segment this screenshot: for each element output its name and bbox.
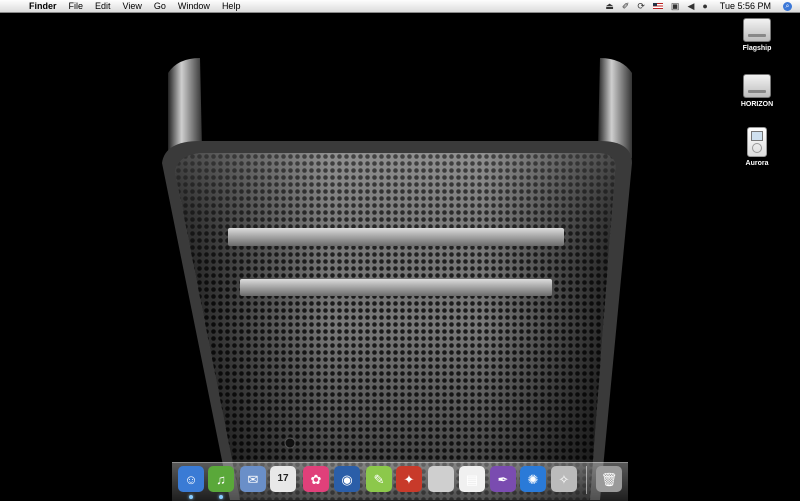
dock-item-iphoto[interactable]: ✿ <box>303 466 329 492</box>
desktop-icon-label: Aurora <box>745 160 769 167</box>
pen-icon: ✒ <box>497 471 509 487</box>
eject-icon[interactable]: ⏏ <box>605 0 614 12</box>
dock-item-iphoto-camera[interactable]: ◉ <box>334 466 360 492</box>
dock-item-mail[interactable]: ✉ <box>240 466 266 492</box>
mac-pro-wallpaper-image <box>162 58 632 500</box>
globe-icon: ✺ <box>527 471 539 487</box>
hard-drive-icon <box>743 74 771 98</box>
dock-separator <box>586 466 587 494</box>
menu-extras: ⏏ ✐ ⟳ ▣ ◀ ● Tue 5:56 PM ⌕ <box>605 0 792 12</box>
camera-icon: ◉ <box>341 471 353 487</box>
dock-item-itunes[interactable]: ♫ <box>208 466 234 492</box>
menu-view[interactable]: View <box>123 0 142 12</box>
document-icon: ▤ <box>465 471 479 487</box>
trash-icon: 🗑 <box>600 471 618 487</box>
menu-help[interactable]: Help <box>222 0 241 12</box>
dock-item-trash[interactable]: 🗑 <box>596 466 622 492</box>
menu-finder[interactable]: Finder <box>29 0 57 12</box>
menu-go[interactable]: Go <box>154 0 166 12</box>
dock-item-finder[interactable]: ☺ <box>178 466 204 492</box>
itunes-icon: ♫ <box>216 471 226 487</box>
photo-booth-icon: ✦ <box>403 471 415 487</box>
desktop-wallpaper <box>0 13 800 500</box>
mail-icon: ✉ <box>247 471 259 487</box>
finder-icon: ☺ <box>184 471 198 487</box>
dock-item-safari[interactable]: ✺ <box>520 466 546 492</box>
flower-icon: ✿ <box>310 471 322 487</box>
menu-edit[interactable]: Edit <box>95 0 111 12</box>
dock-item-system-preferences[interactable] <box>428 466 454 492</box>
ipod-icon <box>747 127 767 157</box>
dock-item-ical[interactable]: 17 <box>270 466 296 492</box>
desktop-icon-label: Flagship <box>742 45 772 52</box>
calendar-icon: 17 <box>277 473 289 484</box>
desktop-icon-label: HORIZON <box>740 101 774 108</box>
desktop-icon-horizon[interactable]: HORIZON <box>727 74 787 108</box>
dock-running-indicator <box>219 495 223 499</box>
desktop-icon-aurora[interactable]: Aurora <box>727 127 787 167</box>
script-icon[interactable]: ✐ <box>622 0 630 12</box>
display-icon[interactable]: ▣ <box>671 0 680 12</box>
input-menu-flag-icon[interactable] <box>652 3 663 9</box>
sync-icon[interactable]: ⟳ <box>637 0 645 12</box>
user-icon[interactable]: ● <box>702 0 707 12</box>
hard-drive-icon <box>743 18 771 42</box>
dock-item-photo-booth[interactable]: ✦ <box>396 466 422 492</box>
compass-icon: ✧ <box>558 471 570 487</box>
dock-item-textedit[interactable]: ▤ <box>459 466 485 492</box>
menu-bar: Finder File Edit View Go Window Help ⏏ ✐… <box>0 0 800 13</box>
menu-file[interactable]: File <box>69 0 84 12</box>
dock-item-compass[interactable]: ✧ <box>551 466 577 492</box>
dock-running-indicator <box>189 495 193 499</box>
menu-clock[interactable]: Tue 5:56 PM <box>720 1 771 11</box>
pencil-icon: ✎ <box>373 471 385 487</box>
dock-item-address-book[interactable]: ✒ <box>490 466 516 492</box>
menu-window[interactable]: Window <box>178 0 210 12</box>
dock-item-sketch[interactable]: ✎ <box>366 466 392 492</box>
desktop-icon-flagship[interactable]: Flagship <box>727 18 787 52</box>
volume-icon[interactable]: ◀ <box>687 0 694 12</box>
spotlight-icon[interactable]: ⌕ <box>783 1 792 11</box>
